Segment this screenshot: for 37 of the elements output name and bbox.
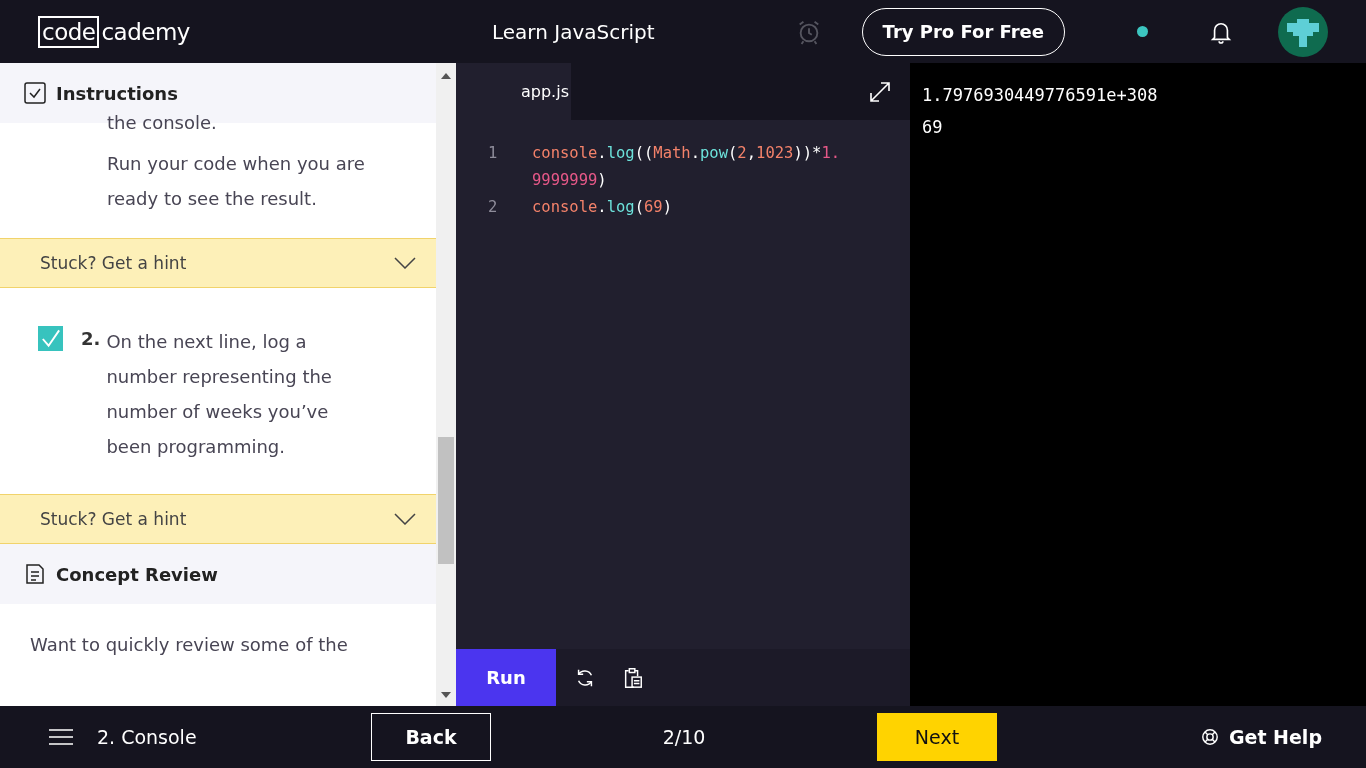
concept-review-header[interactable]: Concept Review — [0, 544, 436, 604]
concept-review-text: Want to quickly review some of the — [30, 634, 349, 655]
life-ring-icon — [1200, 728, 1219, 746]
task-number: 2. — [81, 328, 101, 349]
task-text: On the next line, log a number representing the number of weeks you’ve been programming. — [106, 330, 333, 459]
get-help-button[interactable]: Get Help — [1200, 726, 1322, 748]
back-button[interactable]: Back — [371, 713, 491, 761]
hint-toggle[interactable]: Stuck? Get a hint — [0, 238, 436, 288]
file-tab[interactable]: app.js — [456, 63, 571, 120]
instruction-text: Run your code when you are ready to see the result. — [107, 152, 366, 211]
instructions-title: Instructions — [56, 82, 178, 104]
document-icon — [24, 563, 46, 585]
menu-icon[interactable] — [49, 728, 73, 746]
course-title: Learn JavaScript — [491, 19, 656, 44]
checkbox-icon — [24, 82, 46, 104]
lesson-title[interactable]: 2. Console — [97, 726, 197, 748]
scrollbar-thumb[interactable] — [438, 437, 454, 564]
code-line: console.log((Math.pow(2,1023))*1.9999999) — [532, 143, 842, 191]
chevron-down-icon — [394, 513, 416, 525]
next-button[interactable]: Next — [877, 713, 997, 761]
line-number: 2 — [487, 197, 499, 218]
line-number: 1 — [487, 143, 499, 164]
chevron-down-icon — [394, 257, 416, 269]
status-dot — [1137, 26, 1148, 37]
console-output-line: 1.7976930449776591e+308 — [922, 84, 1159, 107]
concept-review-title: Concept Review — [56, 563, 218, 585]
console-output-line: 69 — [922, 116, 944, 139]
clipboard-icon[interactable] — [622, 666, 644, 689]
scrollbar[interactable] — [436, 63, 456, 706]
progress-counter: 2/10 — [661, 726, 707, 748]
code-line: console.log(69) — [532, 197, 674, 218]
expand-icon[interactable] — [868, 79, 892, 104]
avatar-icon[interactable] — [1278, 6, 1328, 57]
run-button[interactable]: Run — [456, 649, 556, 706]
task-checkbox[interactable] — [38, 326, 63, 351]
logo[interactable]: code cademy — [38, 15, 416, 48]
hint-toggle[interactable]: Stuck? Get a hint — [0, 494, 436, 544]
